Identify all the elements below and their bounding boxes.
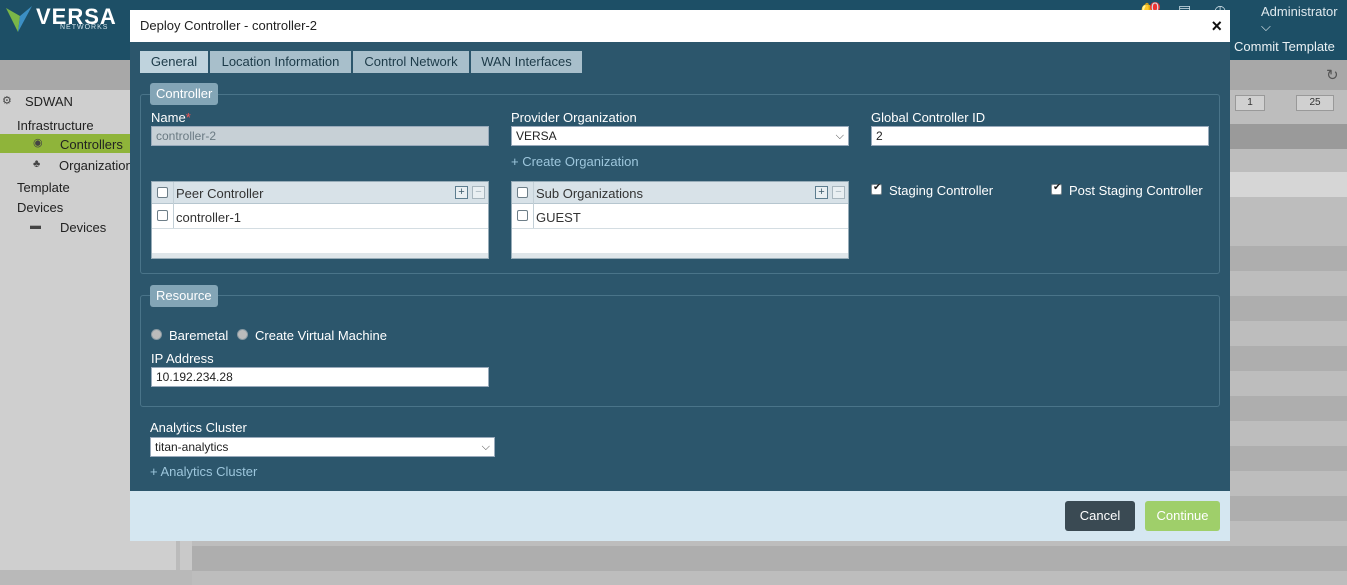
sidebar-item-organization[interactable]: Organization: [59, 158, 133, 173]
row-checkbox[interactable]: [517, 210, 528, 221]
remove-icon[interactable]: −: [832, 186, 845, 199]
grid-header: Sub Organizations + −: [512, 182, 848, 204]
ip-address-label: IP Address: [151, 351, 214, 366]
add-icon[interactable]: +: [455, 186, 468, 199]
sidebar-item-template[interactable]: Template: [17, 180, 70, 195]
select-all-checkbox[interactable]: [517, 187, 528, 198]
horizontal-scrollbar[interactable]: [0, 570, 192, 585]
sidebar-item-label: Controllers: [60, 137, 123, 152]
provider-org-label: Provider Organization: [511, 110, 637, 125]
tab-control-network[interactable]: Control Network: [353, 51, 469, 73]
staging-controller-label: Staging Controller: [889, 183, 994, 198]
dialog-footer: Cancel Continue: [130, 491, 1230, 541]
user-name: Administrator: [1261, 4, 1338, 19]
tab-general[interactable]: General: [140, 51, 208, 73]
logo-subtext: NETWORKS: [60, 24, 109, 31]
tab-location-information[interactable]: Location Information: [210, 51, 351, 73]
sub-organization-cell: GUEST: [536, 210, 581, 225]
sidebar-item-devices-group[interactable]: Devices: [17, 200, 63, 215]
organization-icon: ♣: [33, 158, 41, 170]
resource-section-label: Resource: [150, 285, 218, 307]
resource-section: [140, 295, 1220, 407]
select-all-checkbox[interactable]: [157, 187, 168, 198]
peer-controller-grid: Peer Controller + − controller-1: [151, 181, 489, 259]
add-analytics-cluster-link[interactable]: + Analytics Cluster: [150, 464, 257, 479]
sidebar-item-devices[interactable]: Devices: [60, 220, 106, 235]
create-vm-label: Create Virtual Machine: [255, 328, 387, 343]
table-row[interactable]: controller-1: [152, 204, 488, 229]
versa-logo[interactable]: VERSA NETWORKS: [6, 2, 116, 34]
grid-header: Peer Controller + −: [152, 182, 488, 204]
pager-size-select[interactable]: 25: [1296, 95, 1334, 111]
refresh-icon[interactable]: ↻: [1326, 66, 1339, 84]
row-checkbox[interactable]: [157, 210, 168, 221]
deploy-controller-dialog: Deploy Controller - controller-2 × Gener…: [130, 10, 1230, 541]
staging-controller-checkbox[interactable]: [871, 182, 882, 195]
cancel-button[interactable]: Cancel: [1065, 501, 1135, 531]
analytics-cluster-select[interactable]: titan-analytics ⌵: [150, 437, 495, 457]
remove-icon[interactable]: −: [472, 186, 485, 199]
controller-section-label: Controller: [150, 83, 219, 105]
versa-logo-icon: [6, 6, 32, 32]
close-icon[interactable]: ×: [1211, 16, 1222, 37]
provider-org-select[interactable]: VERSA ⌵: [511, 126, 849, 146]
dialog-title: Deploy Controller - controller-2: [140, 18, 318, 33]
post-staging-controller-label: Post Staging Controller: [1069, 183, 1203, 198]
pager-page-input[interactable]: 1: [1235, 95, 1265, 111]
analytics-cluster-label: Analytics Cluster: [150, 420, 247, 435]
create-vm-radio[interactable]: [237, 329, 248, 340]
post-staging-controller-checkbox[interactable]: [1051, 182, 1062, 195]
tab-wan-interfaces[interactable]: WAN Interfaces: [471, 51, 582, 73]
name-input[interactable]: controller-2: [151, 126, 489, 146]
add-icon[interactable]: +: [815, 186, 828, 199]
analytics-cluster-value: titan-analytics: [155, 440, 229, 454]
required-mark: *: [185, 110, 191, 125]
chevron-down-icon: ⌵: [1261, 19, 1271, 34]
create-organization-link[interactable]: + Create Organization: [511, 154, 639, 169]
sdwan-icon: ⚙: [2, 95, 12, 107]
sidebar-item-infrastructure[interactable]: Infrastructure: [17, 118, 94, 133]
grid-footer: [512, 253, 848, 258]
device-icon: ▬: [30, 220, 41, 232]
chevron-down-icon: ⌵: [481, 441, 490, 453]
name-label-text: Name: [151, 110, 186, 125]
baremetal-label: Baremetal: [169, 328, 229, 343]
global-controller-id-input[interactable]: 2: [871, 126, 1209, 146]
grid-footer: [152, 253, 488, 258]
controller-icon: ◉: [33, 137, 43, 149]
peer-controller-header: Peer Controller: [176, 186, 264, 201]
table-row: [192, 546, 1347, 571]
name-label: Name*: [151, 110, 191, 125]
dialog-header: Deploy Controller - controller-2 ×: [130, 10, 1230, 42]
table-row[interactable]: GUEST: [512, 204, 848, 229]
global-controller-id-label: Global Controller ID: [871, 110, 986, 125]
chevron-down-icon: ⌵: [835, 130, 844, 142]
ip-address-input[interactable]: 10.192.234.28: [151, 367, 489, 387]
sidebar-item-sdwan[interactable]: SDWAN: [25, 94, 73, 109]
user-menu[interactable]: Administrator ⌵: [1261, 4, 1347, 35]
peer-controller-cell: controller-1: [176, 210, 242, 225]
commit-template-button[interactable]: Commit Template: [1234, 39, 1335, 54]
sub-organizations-grid: Sub Organizations + − GUEST: [511, 181, 849, 259]
baremetal-radio[interactable]: [151, 329, 162, 340]
sub-organizations-header: Sub Organizations: [536, 186, 643, 201]
continue-button[interactable]: Continue: [1145, 501, 1220, 531]
provider-org-value: VERSA: [516, 129, 557, 143]
